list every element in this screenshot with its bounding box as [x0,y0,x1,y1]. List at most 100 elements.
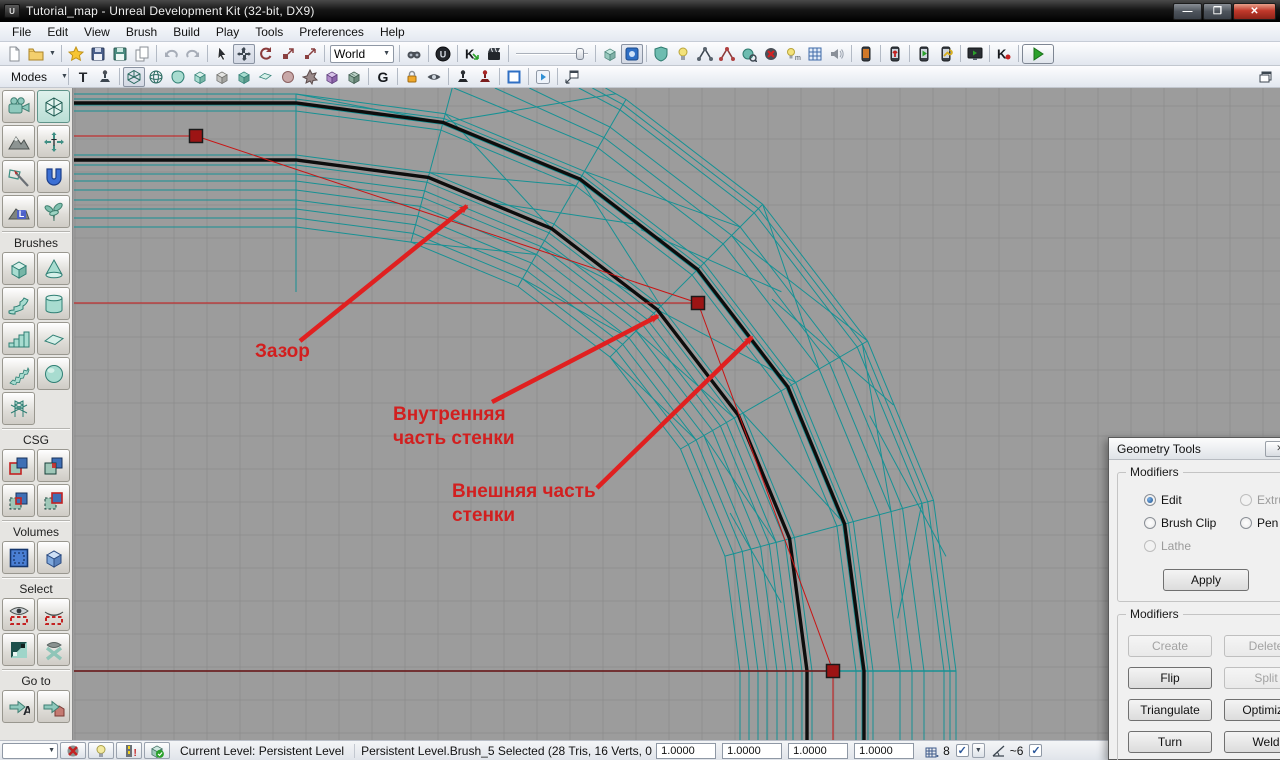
geom-blob-pink-button[interactable] [277,67,299,87]
angle-snap-checkbox[interactable]: ✓ [1029,744,1042,757]
modifier-radio-pen[interactable]: Pen [1240,516,1280,530]
sidebar-brush-stairs-button[interactable] [2,322,35,355]
viewport[interactable]: ЗазорВнутренняячасть стенкиВнешняя часть… [73,88,1280,740]
sidebar-brush-spiral-stairs-button[interactable] [2,357,35,390]
phone-wrench-button[interactable] [935,44,957,64]
restore-button[interactable]: ❐ [1203,3,1232,20]
build-paths-red-button[interactable] [716,44,738,64]
geom-cube-gray-button[interactable] [211,67,233,87]
sidebar-geometry-mode-button[interactable] [37,90,70,123]
grid-snap-caret[interactable]: ▼ [972,743,985,758]
minimize-button[interactable]: — [1173,3,1202,20]
monitor-play-button[interactable] [964,44,986,64]
menu-file[interactable]: File [4,23,39,41]
sidebar-csg-deintersect-button[interactable] [37,484,70,517]
sidebar-hide-selected-button[interactable] [37,598,70,631]
phone-orange-button[interactable] [855,44,877,64]
status-combo[interactable]: ▼ [2,743,58,759]
favorites-star-button[interactable] [65,44,87,64]
menu-build[interactable]: Build [165,23,208,41]
panel-close-button[interactable]: ✕ [1265,441,1280,457]
sidebar-csg-intersect-button[interactable] [2,484,35,517]
camera-speed-slider[interactable] [516,45,588,63]
play-in-editor-button[interactable] [1022,44,1054,64]
joystick-red-button[interactable] [474,67,496,87]
kismet-button[interactable]: K [461,44,483,64]
sidebar-csg-subtract-button[interactable] [37,449,70,482]
sidebar-goto-builder-brush-button[interactable] [37,690,70,723]
sidebar-camera-mode-button[interactable] [2,90,35,123]
content-browser-button[interactable] [599,44,621,64]
undo-button[interactable] [160,44,182,64]
geom-cube-textured-button[interactable] [343,67,365,87]
build-cover-button[interactable] [738,44,760,64]
matinee-button[interactable] [483,44,505,64]
turn-button[interactable]: Turn [1128,731,1212,753]
copy-pages-button[interactable] [131,44,153,64]
frame-square-button[interactable] [503,67,525,87]
drag-grid-input-1[interactable] [656,743,716,759]
apply-button[interactable]: Apply [1163,569,1249,591]
sidebar-brush-sheet-button[interactable] [37,322,70,355]
sidebar-brush-sphere-button[interactable] [37,357,70,390]
status-status-bulb-button[interactable] [88,742,114,759]
sidebar-texture-mode-button[interactable] [2,160,35,193]
flip-button[interactable]: Flip [1128,667,1212,689]
sidebar-add-blocking-volume-button[interactable] [37,541,70,574]
modes-toolbar-label[interactable]: Modes▼ [3,70,65,84]
triangulate-button[interactable]: Triangulate [1128,699,1212,721]
geometry-tools-titlebar[interactable]: Geometry Tools ✕ [1109,438,1280,460]
play-small-button[interactable] [532,67,554,87]
sound-toggle-button[interactable] [826,44,848,64]
drag-grid-input-4[interactable] [854,743,914,759]
sidebar-translate-mode-button[interactable]: T [37,125,70,158]
status-cube-check-button[interactable] [144,742,170,759]
kismet-debug-button[interactable]: K [993,44,1015,64]
open-file-button[interactable] [25,44,47,64]
build-paths-button[interactable] [694,44,716,64]
sidebar-csg-add-button[interactable] [2,449,35,482]
drag-grid-input-2[interactable] [722,743,782,759]
menu-view[interactable]: View [76,23,118,41]
sidebar-show-selected-button[interactable] [2,598,35,631]
sidebar-mesh-paint-mode-button[interactable] [37,160,70,193]
geom-blob-spiky-button[interactable] [299,67,321,87]
viewport-canvas[interactable]: ЗазорВнутренняячасть стенкиВнешняя часть… [73,88,1280,740]
redo-button[interactable] [182,44,204,64]
save-all-button[interactable] [109,44,131,64]
window-popout-button[interactable] [561,67,583,87]
geom-cube-purple-button[interactable] [321,67,343,87]
sidebar-brush-volumetric-button[interactable] [2,392,35,425]
group-g-button[interactable]: G [372,67,394,87]
geom-blob-teal-button[interactable] [167,67,189,87]
find-actor-button[interactable] [403,44,425,64]
phone-red-arrow-button[interactable] [884,44,906,64]
menu-edit[interactable]: Edit [39,23,76,41]
vertex-handle[interactable] [692,297,705,310]
world-mode-combo[interactable]: World▼ [330,45,394,63]
scale-button[interactable] [277,44,299,64]
sidebar-landscape-mode-button[interactable]: L [2,195,35,228]
geom-wire-sphere-button[interactable] [145,67,167,87]
lightmass-bulb-button[interactable]: m [782,44,804,64]
modifier-radio-brush-clip[interactable]: Brush Clip [1144,516,1240,530]
sidebar-add-volume-button[interactable] [2,541,35,574]
build-lighting-bulb-button[interactable] [672,44,694,64]
geom-cube-teal2-button[interactable] [233,67,255,87]
save-button[interactable] [87,44,109,64]
build-all-grid-button[interactable] [804,44,826,64]
eye-button[interactable] [423,67,445,87]
open-file-caret[interactable]: ▼ [47,44,58,64]
build-error-button[interactable] [760,44,782,64]
sidebar-brush-curved-stairs-button[interactable] [2,287,35,320]
status-road-warning-button[interactable]: ! [116,742,142,759]
select-arrow-button[interactable] [211,44,233,64]
generic-browser-button[interactable] [621,44,643,64]
grid-snap-checkbox[interactable]: ✓ [956,744,969,757]
menu-play[interactable]: Play [208,23,247,41]
modifier-radio-edit[interactable]: Edit [1144,493,1240,507]
scale-nonuniform-button[interactable] [299,44,321,64]
lock-button[interactable] [401,67,423,87]
new-file-button[interactable] [3,44,25,64]
sidebar-terrain-mode-button[interactable] [2,125,35,158]
